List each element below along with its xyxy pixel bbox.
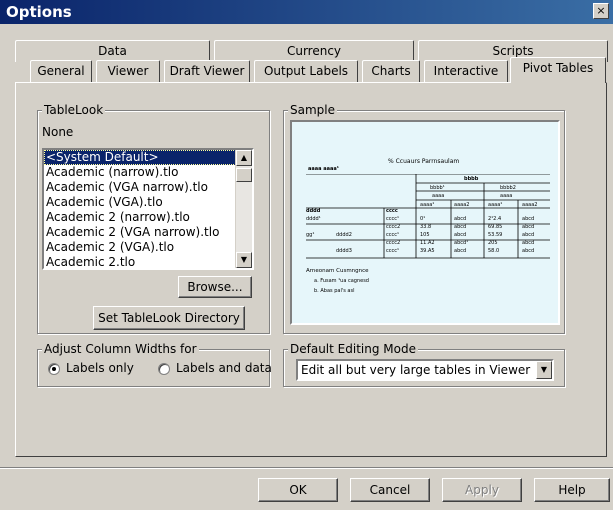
sample-col-head-4: aaaa2	[522, 202, 538, 208]
sample-cell: dddd¹	[306, 216, 321, 222]
ok-button[interactable]: OK	[258, 478, 338, 502]
sample-cell: 105	[420, 232, 430, 238]
labels-and-data-label[interactable]: Labels and data	[176, 361, 272, 375]
sample-cell: cccc2	[386, 240, 401, 246]
sample-cell: cccc2	[386, 224, 401, 230]
tab-draft-viewer[interactable]: Draft Viewer	[164, 60, 250, 82]
tablelook-group-label: TableLook	[42, 103, 106, 117]
tab-charts[interactable]: Charts	[362, 60, 420, 82]
labels-and-data-radio[interactable]	[158, 363, 170, 375]
tablelook-list-item[interactable]: Academic (VGA).tlo	[44, 195, 236, 210]
scroll-down-arrow-icon[interactable]: ▼	[236, 252, 252, 268]
sample-col-head-2: aaaa2	[454, 202, 470, 208]
tablelook-list-item[interactable]: <System Default>	[44, 150, 236, 165]
scroll-up-arrow-icon[interactable]: ▲	[236, 150, 252, 166]
sample-cell: abcd	[522, 216, 535, 222]
sample-cell: dddd2	[336, 232, 352, 238]
tab-pivot-tables[interactable]: Pivot Tables	[510, 57, 606, 83]
sample-col-head-3: aaaa¹	[488, 202, 503, 208]
apply-button[interactable]: Apply	[442, 478, 522, 502]
sample-col-sub-1: aaaa	[432, 193, 445, 199]
editing-group-label: Default Editing Mode	[288, 342, 418, 356]
sample-cell: abcd	[522, 224, 535, 230]
sample-col-group-1: bbbb¹	[430, 185, 445, 191]
title-bar: Options	[0, 0, 613, 24]
sample-cell: abcd¹	[454, 240, 469, 246]
sample-cell: 11.A2	[420, 240, 435, 246]
labels-only-label[interactable]: Labels only	[66, 361, 134, 375]
chevron-down-icon[interactable]: ▼	[536, 361, 552, 379]
cancel-button[interactable]: Cancel	[350, 478, 430, 502]
sample-col-sub-2: aaaa	[500, 193, 513, 199]
browse-button[interactable]: Browse...	[178, 276, 252, 298]
tablelook-list-item[interactable]: Academic 2 (narrow).tlo	[44, 210, 236, 225]
tablelook-list-item[interactable]: Academic 2 (VGA narrow).tlo	[44, 225, 236, 240]
sample-cell: 205	[488, 240, 498, 246]
sample-cell: cccc¹	[386, 248, 400, 254]
sample-col-top: bbbb	[464, 176, 479, 182]
sample-cell: abcd	[454, 216, 467, 222]
tab-general[interactable]: General	[30, 60, 92, 82]
sample-note-2: b. Abas pal's asl	[314, 288, 355, 294]
sample-cell: dddd3	[336, 248, 352, 254]
sample-cell: abcd	[522, 248, 535, 254]
footer-divider	[0, 467, 613, 469]
tab-data[interactable]: Data	[15, 40, 210, 62]
tab-interactive[interactable]: Interactive	[424, 60, 508, 82]
set-tablelook-directory-button[interactable]: Set TableLook Directory	[93, 306, 245, 330]
sample-cell: 53.59	[488, 232, 503, 238]
editing-mode-value: Edit all but very large tables in Viewer	[301, 363, 531, 377]
sample-cell: dddd	[306, 208, 321, 214]
sample-col-head-1: aaaa¹	[420, 202, 435, 208]
sample-cell: abcd	[522, 232, 535, 238]
labels-only-radio[interactable]	[48, 363, 60, 375]
sample-cell: 69.85	[488, 224, 503, 230]
sample-note-0: Arneonam Cusmngnce	[306, 268, 369, 274]
sample-group-label: Sample	[288, 103, 337, 117]
sample-preview: % Ccuaurs Parrnsaulam aaaa aaaa¹ bbbb bb…	[290, 120, 560, 325]
scroll-thumb[interactable]	[236, 168, 252, 182]
adjust-group-label: Adjust Column Widths for	[42, 342, 199, 356]
tablelook-list[interactable]: <System Default> Academic (narrow).tlo Aca…	[42, 148, 254, 270]
sample-cell: abcd	[454, 232, 467, 238]
tab-currency[interactable]: Currency	[214, 40, 414, 62]
help-button[interactable]: Help	[534, 478, 610, 502]
tablelook-current: None	[42, 125, 74, 139]
sample-note-1: a. Fusam ¹ua cagnesd	[314, 278, 369, 284]
sample-cell: abcd	[454, 248, 467, 254]
tablelook-scrollbar[interactable]: ▲ ▼	[235, 150, 252, 268]
sample-cell: cccc¹	[386, 216, 400, 222]
sample-cell: cccc¹	[386, 232, 400, 238]
sample-cell: 39.A5	[420, 248, 435, 254]
sample-title: % Ccuaurs Parrnsaulam	[388, 158, 460, 165]
tablelook-list-item[interactable]: Academic 2.tlo	[44, 255, 236, 268]
tablelook-list-item[interactable]: Academic (narrow).tlo	[44, 165, 236, 180]
sample-col-group-2: bbbb2	[500, 185, 516, 191]
sample-cell: 0¹	[420, 216, 426, 222]
tablelook-list-item[interactable]: Academic 2 (VGA).tlo	[44, 240, 236, 255]
sample-cell: 2¹2.4	[488, 216, 502, 222]
tab-viewer[interactable]: Viewer	[96, 60, 160, 82]
sample-caption: aaaa aaaa¹	[308, 166, 339, 172]
editing-mode-select[interactable]: Edit all but very large tables in Viewer…	[296, 359, 554, 381]
sample-cell: abcd	[522, 240, 535, 246]
tablelook-list-item[interactable]: Academic (VGA narrow).tlo	[44, 180, 236, 195]
window-title: Options	[6, 3, 72, 21]
sample-cell: abcd	[454, 224, 467, 230]
tab-output-labels[interactable]: Output Labels	[254, 60, 358, 82]
close-icon[interactable]: ×	[593, 3, 609, 19]
sample-cell: gg¹	[306, 232, 315, 238]
sample-cell: 33.8	[420, 224, 432, 230]
sample-cell: cccc	[386, 208, 398, 214]
sample-cell: 58.0	[488, 248, 500, 254]
